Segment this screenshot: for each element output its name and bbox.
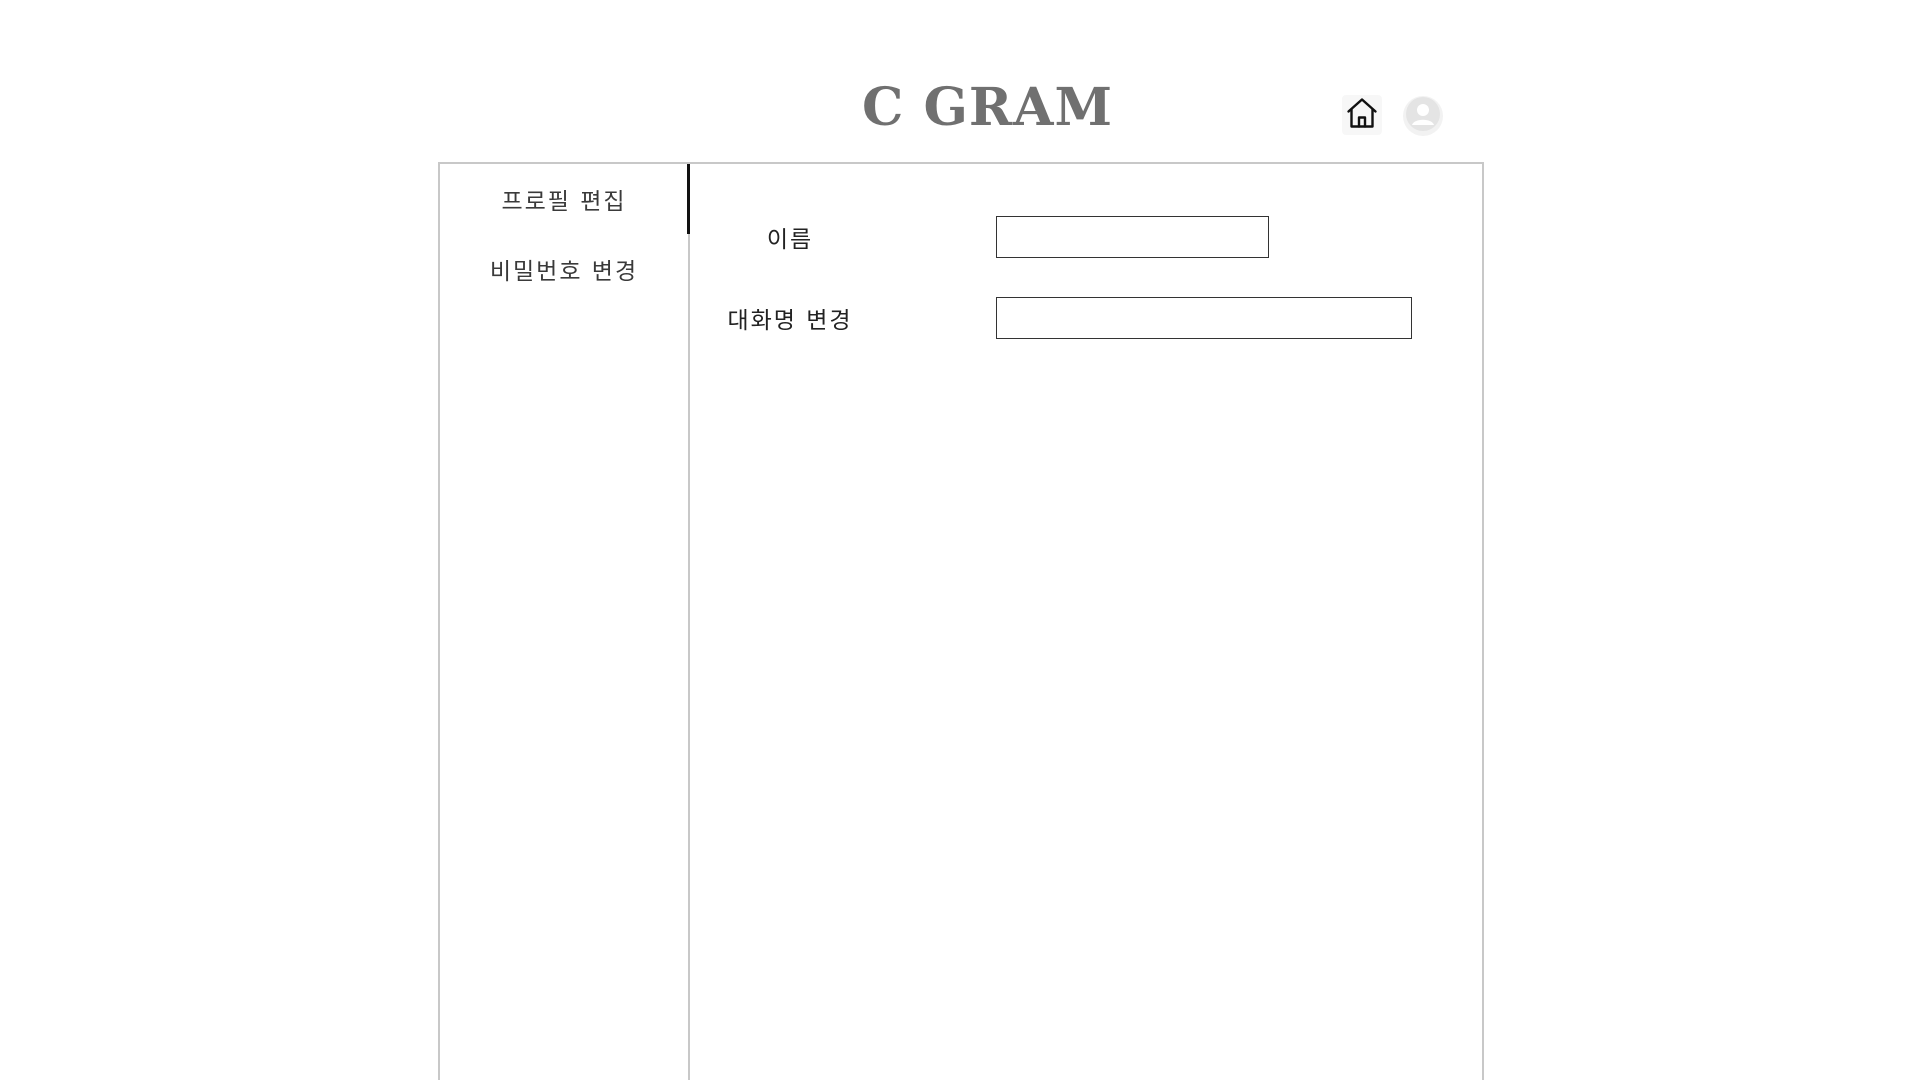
profile-avatar-button[interactable] bbox=[1403, 96, 1443, 136]
nickname-input[interactable] bbox=[996, 297, 1412, 339]
sidebar-item-edit-profile[interactable]: 프로필 편집 bbox=[440, 164, 690, 234]
home-icon bbox=[1344, 95, 1380, 135]
name-input[interactable] bbox=[996, 216, 1269, 258]
name-label: 이름 bbox=[766, 227, 814, 253]
settings-panel: 프로필 편집 비밀번호 변경 이름 대화명 변경 bbox=[438, 162, 1484, 1080]
profile-settings-page: C GRAM 프로필 편집 비밀번호 변경 이름 대화명 변경 bbox=[0, 0, 1920, 1080]
user-avatar-icon bbox=[1405, 96, 1441, 136]
name-row: 이름 bbox=[690, 216, 1269, 258]
app-logo[interactable]: C GRAM bbox=[862, 78, 1112, 138]
nickname-row: 대화명 변경 bbox=[690, 297, 1412, 339]
home-button[interactable] bbox=[1342, 95, 1382, 135]
sidebar-item-change-password[interactable]: 비밀번호 변경 bbox=[440, 234, 688, 304]
settings-sidebar: 프로필 편집 비밀번호 변경 bbox=[440, 164, 690, 1080]
sidebar-item-label: 비밀번호 변경 bbox=[489, 259, 639, 285]
nickname-label: 대화명 변경 bbox=[727, 308, 853, 334]
sidebar-item-label: 프로필 편집 bbox=[501, 189, 627, 215]
